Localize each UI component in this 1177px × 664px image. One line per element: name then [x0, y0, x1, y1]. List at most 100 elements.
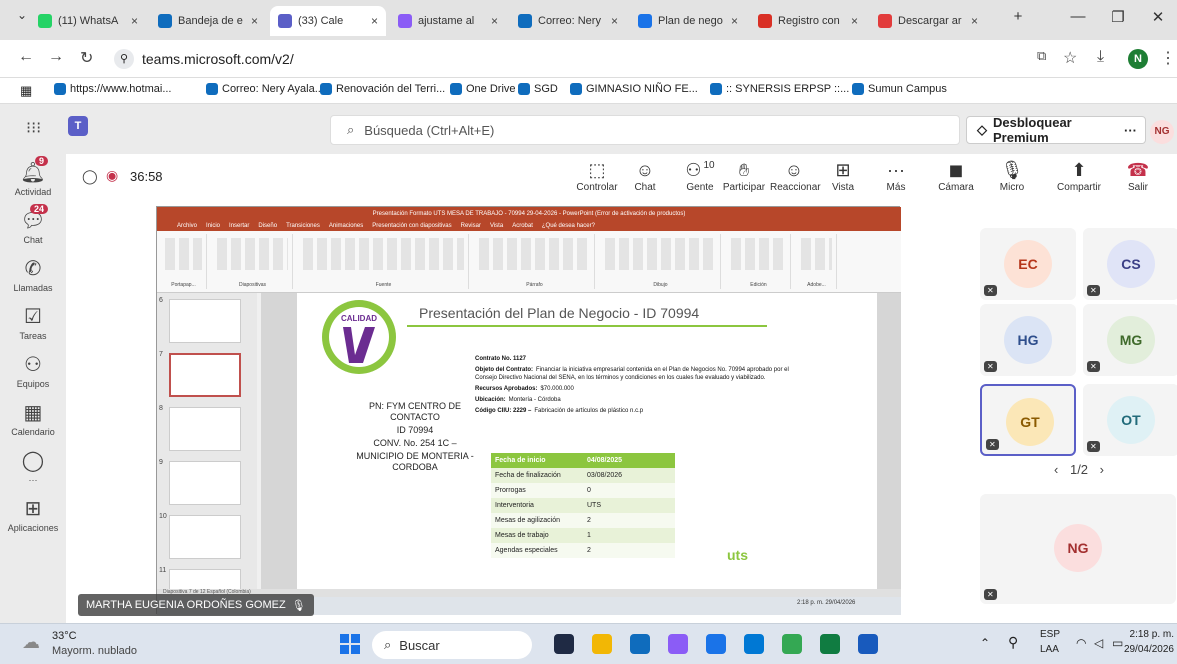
taskbar-app-icon[interactable] — [554, 634, 574, 654]
rail-item[interactable]: ⊞ Aplicaciones — [0, 496, 66, 533]
rail-item[interactable]: ⚇ Equipos — [0, 352, 66, 389]
new-tab-button[interactable]: + — [1000, 8, 1036, 25]
rail-item[interactable]: ▦ Calendario — [0, 400, 66, 437]
tab-close-icon[interactable]: × — [731, 14, 738, 28]
bookmark-item[interactable]: Correo: Nery Ayala... — [206, 83, 324, 95]
control-reaccionar[interactable]: ☺ Reaccionar — [770, 160, 821, 193]
weather-temp[interactable]: 33°C — [52, 630, 77, 642]
tab-close-icon[interactable]: × — [611, 14, 618, 28]
lang-indicator[interactable]: ESP — [1040, 629, 1060, 640]
start-icon[interactable] — [340, 634, 360, 654]
bookmark-item[interactable]: GIMNASIO NIÑO FE... — [570, 83, 698, 95]
tray-overflow-icon[interactable]: ⌃ — [980, 636, 990, 650]
browser-tab[interactable]: Bandeja de e × — [150, 6, 266, 36]
browser-tab[interactable]: (11) WhatsA × — [30, 6, 146, 36]
ppt-menu-item[interactable]: Vista — [490, 223, 503, 229]
slide-thumbnail[interactable] — [169, 407, 241, 451]
ribbon-tools[interactable] — [479, 238, 590, 270]
premium-more-icon[interactable]: ··· — [1124, 123, 1137, 138]
tab-close-icon[interactable]: × — [491, 14, 498, 28]
site-info-icon[interactable]: ⚲ — [114, 49, 134, 69]
cast-icon[interactable]: ⧉ — [1037, 48, 1046, 64]
bookmark-item[interactable]: https://www.hotmai... — [54, 83, 171, 95]
taskbar-app-icon[interactable] — [744, 634, 764, 654]
clock-date[interactable]: 29/04/2026 — [1116, 644, 1174, 655]
browser-tab[interactable]: Registro con × — [750, 6, 866, 36]
control-cámara[interactable]: ◼ Cámara — [932, 160, 980, 193]
participant-tile[interactable]: MG ✕ — [1083, 304, 1177, 376]
bookmark-item[interactable]: One Drive — [450, 83, 516, 95]
reload-icon[interactable]: ↻ — [80, 48, 93, 68]
url-bar[interactable]: ⚲ teams.microsoft.com/v2/ — [114, 45, 1114, 73]
lang-layout[interactable]: LAA — [1040, 644, 1059, 655]
clock-time[interactable]: 2:18 p. m. — [1128, 629, 1174, 640]
control-más[interactable]: ··· Más — [872, 160, 920, 193]
taskbar-app-icon[interactable] — [820, 634, 840, 654]
participant-tile[interactable]: OT ✕ — [1083, 384, 1177, 456]
slide-thumbnail[interactable] — [169, 461, 241, 505]
volume-icon[interactable]: ◁ — [1094, 636, 1103, 650]
minimize-icon[interactable]: — — [1060, 8, 1096, 25]
control-participar[interactable]: ✋︎ Participar — [720, 160, 768, 193]
bookmark-item[interactable]: SGD — [518, 83, 558, 95]
tab-close-icon[interactable]: × — [371, 14, 378, 28]
rail-item[interactable]: ☑ Tareas — [0, 304, 66, 341]
bookmark-item[interactable]: :: SYNERSIS ERPSP ::... — [710, 83, 849, 95]
wifi-icon[interactable]: ◠ — [1076, 636, 1086, 650]
ribbon-tools[interactable] — [605, 238, 716, 270]
taskbar-search[interactable]: ⌕ Buscar — [372, 631, 532, 659]
tab-close-icon[interactable]: × — [971, 14, 978, 28]
prev-page-icon[interactable]: ‹ — [1054, 462, 1058, 477]
participant-tile[interactable]: HG ✕ — [980, 304, 1076, 376]
control-vista[interactable]: ⊞ Vista — [819, 160, 867, 193]
ribbon-tools[interactable] — [165, 238, 202, 270]
ppt-menu-item[interactable]: Presentación con diapositivas — [372, 223, 451, 229]
tab-close-icon[interactable]: × — [851, 14, 858, 28]
participant-tile[interactable]: EC ✕ — [980, 228, 1076, 300]
bookmark-item[interactable]: Renovación del Terri... — [320, 83, 445, 95]
back-icon[interactable]: ← — [18, 48, 34, 66]
bookmark-star-icon[interactable]: ☆ — [1063, 48, 1077, 68]
ppt-menu-item[interactable]: ¿Qué desea hacer? — [542, 223, 595, 229]
ppt-menu-item[interactable]: Insertar — [229, 223, 249, 229]
browser-tab[interactable]: Plan de nego × — [630, 6, 746, 36]
ppt-menu-item[interactable]: Transiciones — [286, 223, 320, 229]
apps-grid-icon[interactable]: ▦ — [20, 83, 32, 99]
ppt-menu-item[interactable]: Diseño — [258, 223, 277, 229]
ribbon-tools[interactable] — [217, 238, 288, 270]
taskbar-app-icon[interactable] — [782, 634, 802, 654]
control-chat[interactable]: ☺ Chat — [621, 160, 669, 193]
user-avatar[interactable]: NG — [1150, 120, 1174, 144]
unlock-premium-button[interactable]: ◇ Desbloquear Premium ··· — [966, 115, 1146, 145]
ppt-menu-item[interactable]: Acrobat — [512, 223, 533, 229]
search-input[interactable]: ⌕ Búsqueda (Ctrl+Alt+E) — [330, 115, 960, 145]
next-page-icon[interactable]: › — [1100, 462, 1104, 477]
browser-tab[interactable]: Descargar ar × — [870, 6, 986, 36]
rail-item[interactable]: 🔔︎ 9 Actividad — [0, 156, 66, 197]
control-controlar[interactable]: ⬚ Controlar — [573, 160, 621, 193]
usb-icon[interactable]: ⚲ — [1008, 634, 1018, 651]
tab-close-icon[interactable]: × — [251, 14, 258, 28]
taskbar-app-icon[interactable] — [592, 634, 612, 654]
app-launcher-icon[interactable]: ⁝⁝⁝ — [26, 118, 41, 138]
ribbon-tools[interactable] — [731, 238, 786, 270]
bookmark-item[interactable]: Sumun Campus — [852, 83, 947, 95]
taskbar-app-icon[interactable] — [630, 634, 650, 654]
browser-tab[interactable]: (33) Cale × — [270, 6, 386, 36]
tab-close-icon[interactable]: × — [131, 14, 138, 28]
taskbar-app-icon[interactable] — [668, 634, 688, 654]
participant-tile[interactable]: GT ✕ — [980, 384, 1076, 456]
profile-avatar[interactable]: N — [1128, 49, 1148, 69]
participant-tile[interactable]: CS ✕ — [1083, 228, 1177, 300]
slide-thumbnail[interactable] — [169, 299, 241, 343]
control-compartir[interactable]: ⬆ Compartir — [1055, 160, 1103, 193]
control-micro[interactable]: 🎙︎ Micro — [988, 160, 1036, 193]
taskbar-app-icon[interactable] — [858, 634, 878, 654]
ribbon-tools[interactable] — [303, 238, 464, 270]
window-close-icon[interactable]: ✕ — [1140, 8, 1176, 26]
restore-icon[interactable]: ❐ — [1100, 8, 1136, 26]
download-icon[interactable]: ⤓ — [1097, 48, 1104, 66]
rail-item[interactable]: 💬︎ 24 Chat — [0, 204, 66, 245]
weather-desc[interactable]: Mayorm. nublado — [52, 645, 137, 657]
control-salir[interactable]: ☎ Salir — [1114, 160, 1162, 193]
